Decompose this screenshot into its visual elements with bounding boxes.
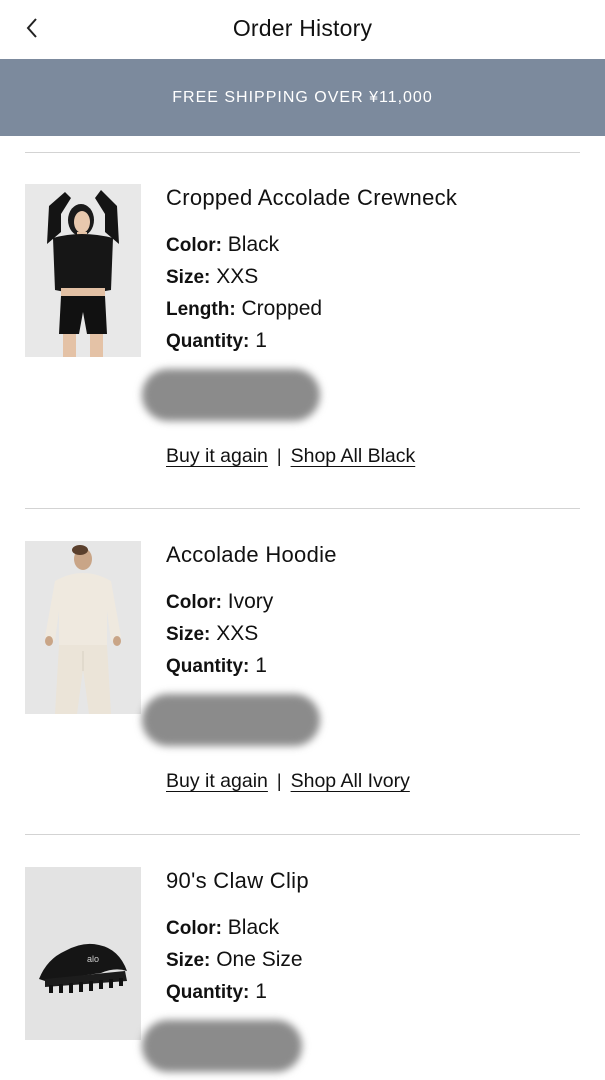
product-attributes: Color: Black Size: XXS Length: Cropped Q… <box>166 229 586 357</box>
divider <box>25 834 580 835</box>
redacted-price <box>142 369 320 421</box>
link-separator: | <box>276 446 282 466</box>
product-attributes: Color: Ivory Size: XXS Quantity: 1 <box>166 586 586 682</box>
product-image[interactable] <box>25 184 141 357</box>
attr-length: Length: Cropped <box>166 297 323 320</box>
brand-logo-text: alo <box>87 954 99 964</box>
redacted-price <box>142 1020 302 1072</box>
product-image[interactable] <box>25 541 141 714</box>
link-separator: | <box>276 771 282 791</box>
shop-all-color-link[interactable]: Shop All Black <box>291 445 416 468</box>
top-nav-bar: Order History <box>0 0 605 58</box>
shipping-banner: FREE SHIPPING OVER ¥11,000 <box>0 59 605 136</box>
product-photo-crewneck <box>25 184 141 357</box>
attr-color: Color: Ivory <box>166 590 274 613</box>
divider <box>25 152 580 153</box>
item-actions: Buy it again | Shop All Ivory <box>166 770 586 793</box>
attr-size: Size: XXS <box>166 265 259 288</box>
attr-size: Size: XXS <box>166 622 259 645</box>
attr-color: Color: Black <box>166 233 280 256</box>
product-name[interactable]: Accolade Hoodie <box>166 541 586 569</box>
product-details: Cropped Accolade Crewneck Color: Black S… <box>142 184 586 468</box>
product-details: 90's Claw Clip Color: Black Size: One Si… <box>142 867 586 1072</box>
attr-color: Color: Black <box>166 916 280 939</box>
product-name[interactable]: 90's Claw Clip <box>166 867 586 895</box>
product-image[interactable]: alo <box>25 867 141 1040</box>
attr-size: Size: One Size <box>166 948 303 971</box>
page-title: Order History <box>232 14 373 41</box>
product-attributes: Color: Black Size: One Size Quantity: 1 <box>166 912 586 1008</box>
product-details: Accolade Hoodie Color: Ivory Size: XXS Q… <box>142 541 586 793</box>
attr-quantity: Quantity: 1 <box>166 980 267 1003</box>
item-actions: Buy it again | Shop All Black <box>166 445 586 468</box>
shop-all-color-link[interactable]: Shop All Ivory <box>291 770 410 793</box>
attr-quantity: Quantity: 1 <box>166 654 267 677</box>
redacted-price <box>142 694 320 746</box>
back-button[interactable] <box>18 14 46 42</box>
attr-quantity: Quantity: 1 <box>166 329 267 352</box>
order-history-screen: Order History FREE SHIPPING OVER ¥11,000 <box>0 0 605 1080</box>
product-photo-hoodie <box>25 541 141 714</box>
divider <box>25 508 580 509</box>
buy-again-link[interactable]: Buy it again <box>166 770 268 793</box>
chevron-left-icon <box>26 18 37 38</box>
product-name[interactable]: Cropped Accolade Crewneck <box>166 184 586 212</box>
product-photo-claw-clip: alo <box>25 867 141 1040</box>
buy-again-link[interactable]: Buy it again <box>166 445 268 468</box>
